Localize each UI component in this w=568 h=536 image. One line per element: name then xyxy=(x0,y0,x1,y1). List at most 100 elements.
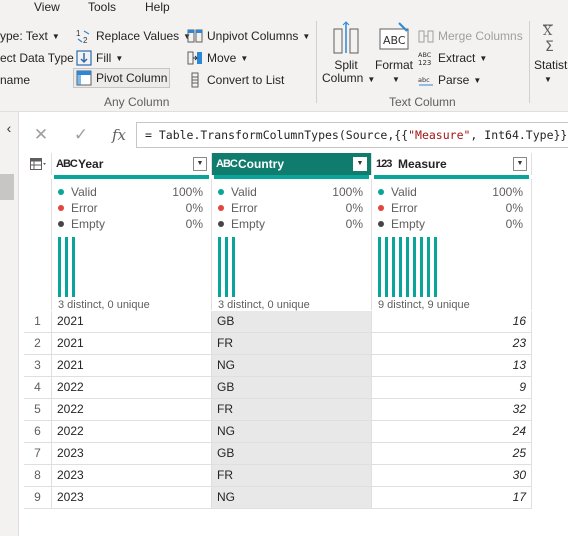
format-button[interactable]: ABC Format ▼ xyxy=(372,21,416,86)
row-number[interactable]: 3 xyxy=(24,355,52,376)
table-row[interactable]: 7 2023 GB 25 xyxy=(24,443,532,465)
table-row[interactable]: 3 2021 NG 13 xyxy=(24,355,532,377)
cell-year[interactable]: 2023 xyxy=(52,443,212,464)
cell-measure[interactable]: 24 xyxy=(372,421,532,442)
cell-measure[interactable]: 17 xyxy=(372,487,532,508)
row-number[interactable]: 6 xyxy=(24,421,52,442)
cell-country[interactable]: NG xyxy=(212,487,372,508)
filter-dropdown-icon[interactable]: ▼ xyxy=(193,157,207,171)
cell-year[interactable]: 2021 xyxy=(52,333,212,354)
commit-formula-icon[interactable]: ✓ xyxy=(70,125,92,145)
cell-measure[interactable]: 23 xyxy=(372,333,532,354)
table-row[interactable]: 2 2021 FR 23 xyxy=(24,333,532,355)
distribution-bar[interactable] xyxy=(218,237,221,297)
expand-queries-chevron-icon[interactable]: ‹ xyxy=(2,120,16,136)
merge-columns-button[interactable]: Merge Columns xyxy=(418,26,523,46)
table-menu-button[interactable] xyxy=(24,153,52,175)
cell-country[interactable]: GB xyxy=(212,443,372,464)
cell-country[interactable]: FR xyxy=(212,465,372,486)
cell-year[interactable]: 2023 xyxy=(52,487,212,508)
replace-values-label: Replace Values xyxy=(96,29,180,43)
distribution-bar[interactable] xyxy=(72,237,75,297)
row-number[interactable]: 7 xyxy=(24,443,52,464)
extract-button[interactable]: ABC 123 Extract ▼ xyxy=(418,48,487,68)
column-header-country[interactable]: ABC Country ▼ xyxy=(212,153,372,175)
cell-measure[interactable]: 13 xyxy=(372,355,532,376)
rename-button[interactable]: name xyxy=(0,70,30,90)
distribution-bar[interactable] xyxy=(58,237,61,297)
cell-year[interactable]: 2023 xyxy=(52,465,212,486)
unpivot-columns-button[interactable]: Unpivot Columns ▼ xyxy=(187,26,310,46)
distinct-count: 9 distinct, 9 unique xyxy=(378,299,470,311)
table-row[interactable]: 1 2021 GB 16 xyxy=(24,311,532,333)
cancel-formula-icon[interactable]: ✕ xyxy=(30,125,52,145)
distribution-bar[interactable] xyxy=(378,237,381,297)
distribution-bar[interactable] xyxy=(399,237,402,297)
distribution-bar[interactable] xyxy=(385,237,388,297)
selected-query-indicator[interactable] xyxy=(0,174,14,200)
number-type-icon[interactable]: 123 xyxy=(376,158,396,170)
cell-measure[interactable]: 32 xyxy=(372,399,532,420)
distinct-count: 3 distinct, 0 unique xyxy=(58,299,150,311)
row-number[interactable]: 1 xyxy=(24,311,52,332)
row-number[interactable]: 8 xyxy=(24,465,52,486)
filter-dropdown-icon[interactable]: ▼ xyxy=(513,157,527,171)
pivot-column-label: Pivot Column xyxy=(96,71,168,85)
distribution-bar[interactable] xyxy=(232,237,235,297)
cell-measure[interactable]: 30 xyxy=(372,465,532,486)
text-type-icon[interactable]: ABC xyxy=(56,158,78,170)
cell-year[interactable]: 2022 xyxy=(52,377,212,398)
cell-country[interactable]: GB xyxy=(212,377,372,398)
distribution-bar[interactable] xyxy=(434,237,437,297)
distribution-bar[interactable] xyxy=(427,237,430,297)
cell-measure[interactable]: 9 xyxy=(372,377,532,398)
parse-button[interactable]: abc Parse ▼ xyxy=(418,70,481,90)
distribution-bar[interactable] xyxy=(392,237,395,297)
column-header-measure[interactable]: 123 Measure ▼ xyxy=(372,153,532,175)
distribution-bar[interactable] xyxy=(406,237,409,297)
svg-text:ABC: ABC xyxy=(383,34,406,47)
empty-label: Empty xyxy=(231,217,266,231)
row-number[interactable]: 5 xyxy=(24,399,52,420)
distribution-bar[interactable] xyxy=(65,237,68,297)
cell-country[interactable]: NG xyxy=(212,355,372,376)
column-header-year[interactable]: ABC Year ▼ xyxy=(52,153,212,175)
formula-input[interactable]: = Table.TransformColumnTypes(Source,{{"M… xyxy=(136,122,568,148)
replace-values-button[interactable]: 12 Replace Values ▼ xyxy=(76,26,191,46)
distribution-bar[interactable] xyxy=(225,237,228,297)
cell-country[interactable]: FR xyxy=(212,333,372,354)
cell-country[interactable]: NG xyxy=(212,421,372,442)
distribution-bar[interactable] xyxy=(420,237,423,297)
cell-measure[interactable]: 16 xyxy=(372,311,532,332)
data-type-dropdown[interactable]: ype: Text ▼ xyxy=(0,26,60,46)
cell-year[interactable]: 2022 xyxy=(52,399,212,420)
cell-year[interactable]: 2021 xyxy=(52,355,212,376)
pivot-column-button[interactable]: Pivot Column xyxy=(73,68,171,88)
filter-dropdown-icon[interactable]: ▼ xyxy=(353,157,367,171)
table-row[interactable]: 5 2022 FR 32 xyxy=(24,399,532,421)
cell-year[interactable]: 2021 xyxy=(52,311,212,332)
fill-button[interactable]: Fill ▼ xyxy=(76,48,123,68)
table-row[interactable]: 4 2022 GB 9 xyxy=(24,377,532,399)
cell-measure[interactable]: 25 xyxy=(372,443,532,464)
menu-view[interactable]: View xyxy=(34,0,60,15)
row-number[interactable]: 4 xyxy=(24,377,52,398)
table-row[interactable]: 6 2022 NG 24 xyxy=(24,421,532,443)
cell-year[interactable]: 2022 xyxy=(52,421,212,442)
menu-help[interactable]: Help xyxy=(145,0,170,15)
menu-tools[interactable]: Tools xyxy=(88,0,116,15)
cell-country[interactable]: FR xyxy=(212,399,372,420)
detect-data-type-button[interactable]: ect Data Type xyxy=(0,48,74,68)
chevron-down-icon: ▼ xyxy=(51,31,60,41)
statistics-button[interactable]: XΣ Statist ▼ xyxy=(534,21,568,86)
table-row[interactable]: 9 2023 NG 17 xyxy=(24,487,532,509)
split-column-button[interactable]: Split Column ▼ xyxy=(322,21,375,86)
row-number[interactable]: 9 xyxy=(24,487,52,508)
move-button[interactable]: Move ▼ xyxy=(187,48,248,68)
distribution-bar[interactable] xyxy=(413,237,416,297)
convert-to-list-button[interactable]: Convert to List xyxy=(187,70,284,90)
row-number[interactable]: 2 xyxy=(24,333,52,354)
table-row[interactable]: 8 2023 FR 30 xyxy=(24,465,532,487)
text-type-icon[interactable]: ABC xyxy=(216,158,238,170)
cell-country[interactable]: GB xyxy=(212,311,372,332)
